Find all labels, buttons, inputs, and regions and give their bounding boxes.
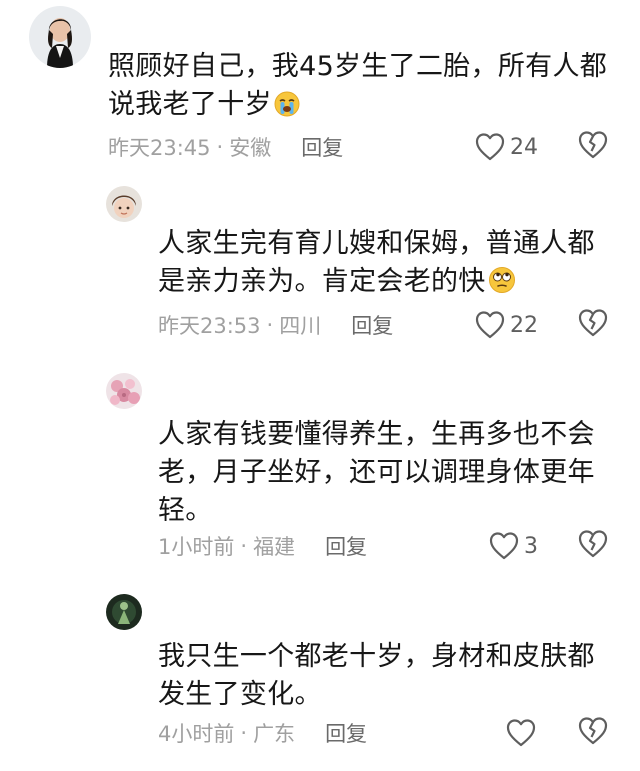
comment-time: 4小时前 <box>158 722 235 746</box>
comment-meta: 昨天23:53 · 四川 回复 <box>158 308 393 342</box>
broken-heart-icon <box>578 717 608 745</box>
avatar[interactable] <box>106 594 142 630</box>
like-button[interactable]: 3 <box>488 529 538 563</box>
comment-meta: 4小时前 · 广东 回复 <box>158 716 367 750</box>
like-count: 22 <box>510 312 538 338</box>
like-button[interactable]: 22 <box>474 308 538 342</box>
meta-separator: · <box>216 135 224 159</box>
reply-button[interactable]: 回复 <box>351 310 393 340</box>
like-count: 24 <box>510 134 538 160</box>
avatar[interactable] <box>29 6 91 68</box>
broken-heart-icon <box>578 309 608 337</box>
comment-time: 昨天23:53 <box>158 314 261 338</box>
comment-meta: 1小时前 · 福建 回复 <box>158 529 367 563</box>
comment-location: 四川 <box>279 314 322 338</box>
comment-time: 1小时前 <box>158 535 235 559</box>
avatar-dark-green-figure-icon <box>106 594 142 630</box>
dislike-button[interactable] <box>577 716 611 750</box>
reply-button[interactable]: 回复 <box>301 132 343 162</box>
heart-outline-icon <box>506 719 536 747</box>
meta-separator: · <box>240 534 248 558</box>
avatar-girl-face-icon <box>106 186 142 222</box>
rolling-eyes-emoji-icon <box>488 266 516 305</box>
avatar[interactable] <box>106 373 142 409</box>
comment-text: 人家有钱要懂得养生，生再多也不会老，月子坐好，还可以调理身体更年轻。 <box>158 419 595 526</box>
avatar[interactable] <box>106 186 142 222</box>
heart-outline-icon <box>475 133 505 161</box>
like-button[interactable]: 24 <box>474 130 538 164</box>
comment-location: 福建 <box>253 535 296 559</box>
broken-heart-icon <box>578 131 608 159</box>
crying-face-emoji-icon <box>274 90 300 128</box>
reply-button[interactable]: 回复 <box>325 531 367 561</box>
dislike-button[interactable] <box>577 308 611 342</box>
dislike-button[interactable] <box>577 130 611 164</box>
like-count: 3 <box>524 533 538 559</box>
comment-text: 人家生完有育儿嫂和保姆，普通人都是亲力亲为。肯定会老的快 <box>158 225 618 305</box>
meta-separator: · <box>266 313 274 337</box>
comment-location: 安徽 <box>229 136 272 160</box>
avatar-woman-black-suit-icon <box>29 6 91 68</box>
comment-text: 我只生一个都老十岁，身材和皮肤都发生了变化。 <box>158 641 595 710</box>
broken-heart-icon <box>578 530 608 558</box>
comment-list: 照顾好自己，我45岁生了二胎，所有人都说我老了十岁 昨天23:45 · 安徽 回… <box>0 0 640 771</box>
comment-text: 照顾好自己，我45岁生了二胎，所有人都说我老了十岁 <box>108 48 608 128</box>
dislike-button[interactable] <box>577 529 611 563</box>
avatar-pink-flowers-icon <box>106 373 142 409</box>
comment-meta: 昨天23:45 · 安徽 回复 <box>108 130 343 164</box>
heart-outline-icon <box>475 311 505 339</box>
comment-time: 昨天23:45 <box>108 136 211 160</box>
reply-button[interactable]: 回复 <box>325 718 367 748</box>
like-button[interactable] <box>505 716 541 750</box>
meta-separator: · <box>240 721 248 745</box>
heart-outline-icon <box>489 532 519 560</box>
comment-location: 广东 <box>253 722 296 746</box>
